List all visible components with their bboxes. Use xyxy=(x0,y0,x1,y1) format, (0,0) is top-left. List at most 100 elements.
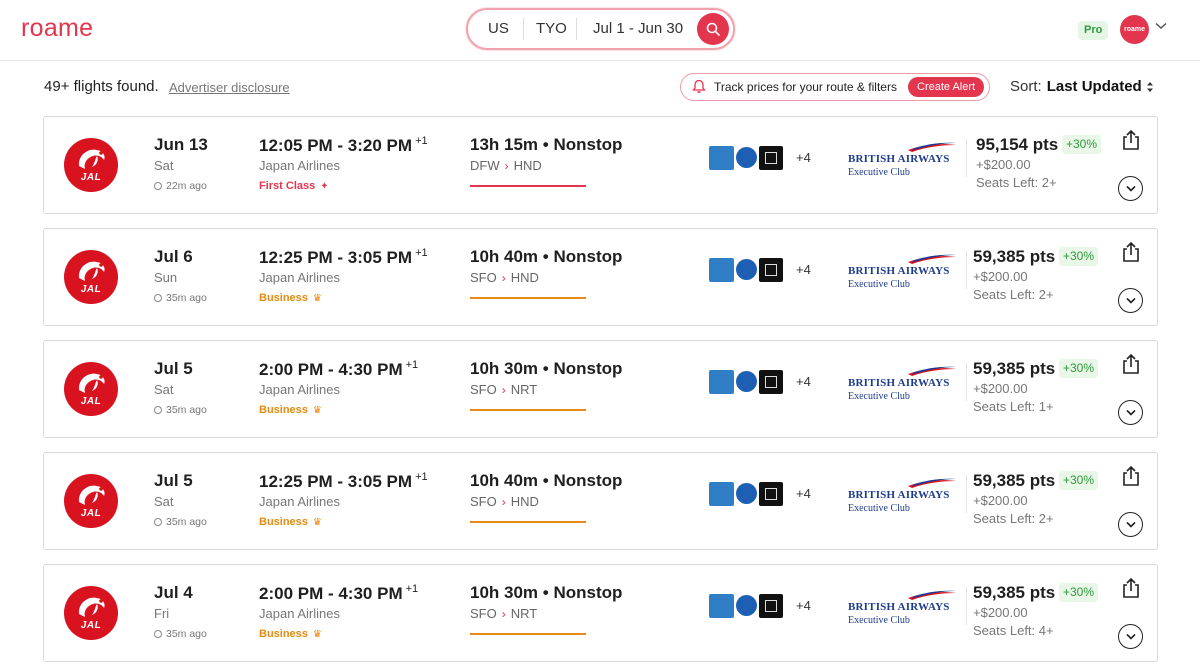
program-subtitle: Executive Club xyxy=(848,615,910,626)
destination-airport: HND xyxy=(510,270,539,285)
airline-name: Japan Airlines xyxy=(259,382,340,397)
more-programs[interactable]: +4 xyxy=(796,150,811,165)
more-programs[interactable]: +4 xyxy=(796,598,811,613)
expand-button[interactable] xyxy=(1118,624,1143,649)
program-subtitle: Executive Club xyxy=(848,391,910,402)
track-prices-banner: Track prices for your route & filters Cr… xyxy=(680,73,990,101)
plus-days: +1 xyxy=(415,135,428,147)
cabin-class-text: Business xyxy=(259,516,308,528)
sort-control[interactable]: Sort: Last Updated xyxy=(1010,78,1142,95)
sort-label: Sort: xyxy=(1010,78,1042,95)
route: SFO › HND xyxy=(470,270,539,285)
amex-icon xyxy=(709,594,734,618)
chase-icon xyxy=(736,371,757,392)
cabin-underline xyxy=(470,297,586,299)
points-price: 59,385 pts xyxy=(973,471,1056,490)
amex-icon xyxy=(709,258,734,282)
share-button[interactable] xyxy=(1120,577,1142,604)
share-button[interactable] xyxy=(1120,465,1142,492)
amex-icon xyxy=(709,146,734,170)
duration-stops: 10h 30m • Nonstop xyxy=(470,583,623,602)
route: SFO › NRT xyxy=(470,606,537,621)
sort-value[interactable]: Last Updated xyxy=(1047,78,1142,95)
expand-button[interactable] xyxy=(1118,176,1143,201)
cabin-class: Business ♛ xyxy=(259,404,322,416)
duration-stops: 10h 40m • Nonstop xyxy=(470,471,623,490)
search-button[interactable] xyxy=(697,13,729,45)
chase-icon xyxy=(736,595,757,616)
crane-icon xyxy=(78,149,105,169)
chevron-down-icon xyxy=(1125,409,1136,416)
amex-icon xyxy=(709,482,734,506)
cabin-class: Business ♛ xyxy=(259,628,322,640)
share-button[interactable] xyxy=(1120,353,1142,380)
percent-badge: +30% xyxy=(1059,471,1099,490)
roame-logo[interactable]: roame xyxy=(21,14,93,43)
jal-logo: JAL xyxy=(64,138,118,192)
flight-card[interactable]: JAL Jul 4 Fri 35m ago 2:00 PM - 4:30 PM +1 Jap… xyxy=(43,564,1158,662)
create-alert-button[interactable]: Create Alert xyxy=(908,77,985,97)
airline-name: Japan Airlines xyxy=(259,158,340,173)
flight-date: Jun 13 xyxy=(154,135,208,154)
flight-card[interactable]: JAL Jul 5 Sat 35m ago 12:25 PM - 3:05 PM +1 Ja… xyxy=(43,452,1158,550)
destination-field[interactable]: TYO xyxy=(536,20,567,37)
chevron-right-icon: › xyxy=(501,607,506,621)
clock-icon xyxy=(154,182,162,190)
chevron-down-icon[interactable] xyxy=(1155,22,1167,30)
points-price: 59,385 pts xyxy=(973,583,1056,602)
destination-airport: HND xyxy=(513,158,542,173)
origin-airport: SFO xyxy=(470,606,497,621)
more-programs[interactable]: +4 xyxy=(796,374,811,389)
divider xyxy=(576,18,577,40)
pro-badge[interactable]: Pro xyxy=(1078,21,1109,40)
cabin-underline xyxy=(470,521,586,523)
route: DFW › HND xyxy=(470,158,542,173)
expand-button[interactable] xyxy=(1118,288,1143,313)
british-airways-logo: BRITISH AIRWAYS Executive Club xyxy=(848,141,958,181)
origin-field[interactable]: US xyxy=(488,20,509,37)
flight-card[interactable]: JAL Jul 5 Sat 35m ago 2:00 PM - 4:30 PM +1 Jap… xyxy=(43,340,1158,438)
date-range-field[interactable]: Jul 1 - Jun 30 xyxy=(593,20,683,37)
destination-airport: NRT xyxy=(510,382,538,397)
share-button[interactable] xyxy=(1120,129,1142,156)
flight-card[interactable]: JAL Jun 13 Sat 22m ago 12:05 PM - 3:20 PM +1 J… xyxy=(43,116,1158,214)
updated-ago: 35m ago xyxy=(154,628,207,640)
divider xyxy=(966,587,967,625)
track-prices-text: Track prices for your route & filters xyxy=(714,80,897,94)
more-programs[interactable]: +4 xyxy=(796,486,811,501)
plus-days: +1 xyxy=(405,359,419,371)
seats-left: Seats Left: 2+ xyxy=(973,511,1054,526)
expand-button[interactable] xyxy=(1118,400,1143,425)
jal-logo-text: JAL xyxy=(80,396,102,407)
cabin-class: Business ♛ xyxy=(259,292,322,304)
clock-icon xyxy=(154,294,162,302)
chase-icon xyxy=(736,147,757,168)
share-button[interactable] xyxy=(1120,241,1142,268)
advertiser-disclosure-link[interactable]: Advertiser disclosure xyxy=(169,80,290,95)
more-programs[interactable]: +4 xyxy=(796,262,811,277)
avatar[interactable]: roame xyxy=(1120,15,1149,44)
search-icon xyxy=(706,22,720,36)
crown-icon: ♛ xyxy=(312,293,322,304)
updated-ago: 35m ago xyxy=(154,292,207,304)
cash-fee: +$200.00 xyxy=(973,605,1028,620)
seats-left: Seats Left: 2+ xyxy=(973,287,1054,302)
expand-button[interactable] xyxy=(1118,512,1143,537)
flight-date: Jul 6 xyxy=(154,247,193,266)
flight-weekday: Fri xyxy=(154,606,170,621)
updated-ago-text: 35m ago xyxy=(166,628,207,640)
jal-logo-text: JAL xyxy=(80,620,102,631)
cabin-class-text: Business xyxy=(259,292,308,304)
ba-swoosh-icon xyxy=(908,366,956,376)
sparkle-icon: ✦ xyxy=(320,181,329,192)
sort-arrows-icon[interactable] xyxy=(1146,81,1154,93)
program-subtitle: Executive Club xyxy=(848,503,910,514)
flight-card[interactable]: JAL Jul 6 Sun 35m ago 12:25 PM - 3:05 PM +1 Ja… xyxy=(43,228,1158,326)
search-bar[interactable]: US TYO Jul 1 - Jun 30 xyxy=(466,8,735,50)
divider xyxy=(966,139,967,177)
chase-icon xyxy=(736,259,757,280)
jal-logo: JAL xyxy=(64,250,118,304)
chevron-right-icon: › xyxy=(501,383,506,397)
crown-icon: ♛ xyxy=(312,517,322,528)
cabin-class: First Class ✦ xyxy=(259,180,329,192)
